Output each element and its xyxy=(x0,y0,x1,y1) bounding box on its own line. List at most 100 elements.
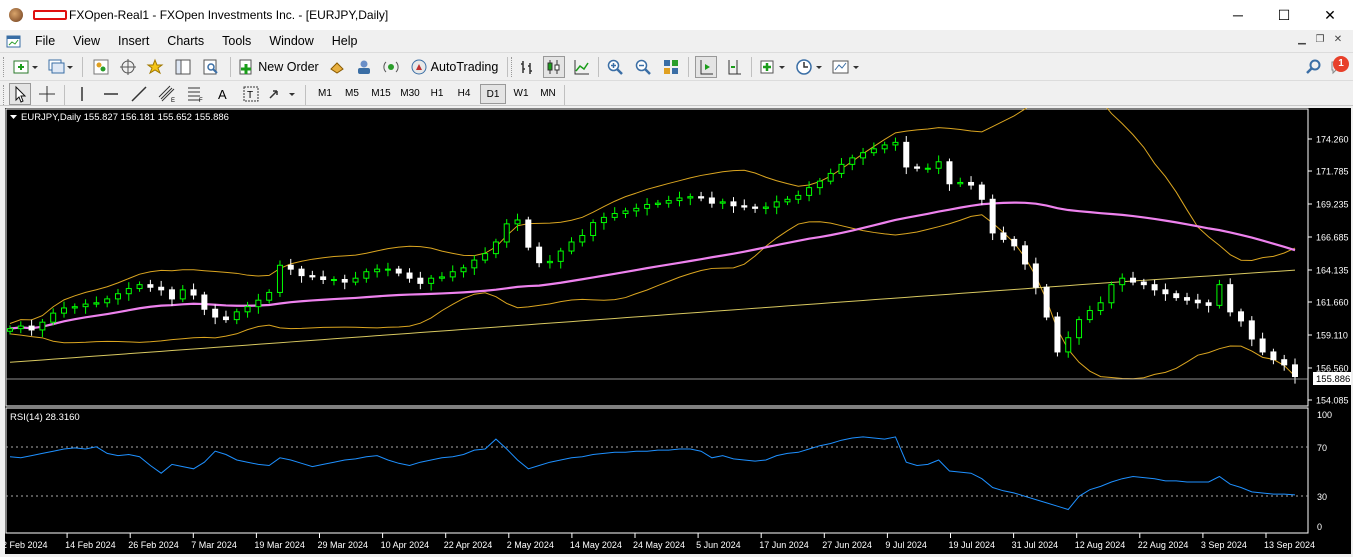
menu-window[interactable]: Window xyxy=(260,30,322,52)
candle xyxy=(147,279,154,292)
vertical-line-icon xyxy=(81,87,83,101)
candle xyxy=(622,207,629,219)
date-tick-label: 7 Mar 2024 xyxy=(191,540,237,550)
candle xyxy=(330,276,337,286)
data-window-button[interactable] xyxy=(117,56,139,78)
chart-menu-triangle-icon[interactable] xyxy=(10,115,17,119)
candle-body xyxy=(82,303,89,308)
strategy-tester-button[interactable] xyxy=(200,56,222,78)
timeframe-m15[interactable]: M15 xyxy=(367,84,395,104)
market-button[interactable] xyxy=(380,56,402,78)
candle-body xyxy=(1065,337,1072,353)
menu-tools[interactable]: Tools xyxy=(213,30,260,52)
candle xyxy=(1043,284,1050,321)
candle xyxy=(374,264,381,278)
autotrading-button[interactable]: AutoTrading xyxy=(408,56,500,78)
candlestick-icon xyxy=(547,60,560,74)
candle xyxy=(201,291,208,316)
mdi-close-button[interactable]: ✕ xyxy=(1331,33,1345,47)
candle xyxy=(881,141,888,154)
zoom-in-button[interactable] xyxy=(604,56,626,78)
fibonacci-button[interactable]: F xyxy=(184,83,206,105)
templates-button[interactable] xyxy=(830,56,862,78)
timeframe-h4[interactable]: H4 xyxy=(451,84,477,104)
candle xyxy=(1130,271,1137,286)
new-order-button[interactable]: New Order xyxy=(237,56,319,78)
candle-body xyxy=(1011,238,1018,247)
menu-insert[interactable]: Insert xyxy=(109,30,158,52)
candle xyxy=(1097,296,1104,316)
bar-chart-button[interactable] xyxy=(516,56,538,78)
candle xyxy=(590,219,597,242)
candle-body xyxy=(352,277,359,283)
candle-body xyxy=(28,325,35,331)
candle-body xyxy=(773,201,780,208)
menu-file[interactable]: File xyxy=(26,30,64,52)
text-label-button[interactable]: T xyxy=(240,83,262,105)
candle-body xyxy=(741,205,748,208)
new-chart-button[interactable] xyxy=(10,56,42,78)
maximize-button[interactable]: ☐ xyxy=(1261,0,1307,30)
timeframe-d1[interactable]: D1 xyxy=(480,84,506,104)
candle xyxy=(1259,332,1266,356)
candle-body xyxy=(1259,338,1266,353)
minimize-button[interactable]: ─ xyxy=(1215,0,1261,30)
candle xyxy=(158,280,165,296)
indicators-plus-icon xyxy=(760,60,785,74)
navigator-button[interactable] xyxy=(144,56,166,78)
candle-body xyxy=(1076,319,1083,339)
mdi-minimize-button[interactable]: ▁ xyxy=(1295,33,1309,47)
candle xyxy=(1076,316,1083,345)
arrows-button[interactable] xyxy=(266,83,298,105)
candle xyxy=(903,136,910,175)
timeframe-m1[interactable]: M1 xyxy=(312,84,338,104)
bollinger-bands xyxy=(9,78,1296,380)
bar-chart-icon xyxy=(521,61,532,74)
timeframe-m30[interactable]: M30 xyxy=(396,84,424,104)
search-button[interactable] xyxy=(1303,56,1325,78)
chart-window[interactable]: 174.260 171.785 169.235 166.685 164.135 161.6… xyxy=(2,78,1351,554)
metaeditor-button[interactable] xyxy=(326,56,348,78)
periods-button[interactable] xyxy=(793,56,825,78)
chart-shift-button[interactable] xyxy=(723,56,745,78)
auto-scroll-button[interactable] xyxy=(695,56,717,78)
candlestick-chart-button[interactable] xyxy=(543,56,565,78)
cursor-tool-button[interactable] xyxy=(9,83,31,105)
text-label-icon: T xyxy=(243,86,259,102)
zoom-out-button[interactable] xyxy=(632,56,654,78)
trendline-button[interactable] xyxy=(128,83,150,105)
price-chart[interactable]: 174.260 171.785 169.235 166.685 164.135 161.6… xyxy=(2,78,1351,554)
horizontal-line-button[interactable] xyxy=(100,83,122,105)
tile-windows-button[interactable] xyxy=(660,56,682,78)
timeframe-h1[interactable]: H1 xyxy=(424,84,450,104)
long-moving-average xyxy=(9,269,1296,363)
menu-charts[interactable]: Charts xyxy=(158,30,213,52)
text-tool-button[interactable]: A xyxy=(212,83,234,105)
line-chart-button[interactable] xyxy=(571,56,593,78)
timeframe-mn[interactable]: MN xyxy=(535,84,561,104)
svg-text:F: F xyxy=(199,98,203,103)
crosshair-tool-button[interactable] xyxy=(36,83,58,105)
candle xyxy=(665,195,672,208)
timeframe-m5[interactable]: M5 xyxy=(339,84,365,104)
candle-body xyxy=(1184,297,1191,301)
menu-help[interactable]: Help xyxy=(323,30,367,52)
mdi-restore-button[interactable]: ❐ xyxy=(1313,33,1327,47)
date-tick-label: 10 Apr 2024 xyxy=(381,540,430,550)
close-button[interactable]: ✕ xyxy=(1307,0,1353,30)
upper-band xyxy=(9,78,1296,324)
equidistant-channel-button[interactable]: E xyxy=(156,83,178,105)
indicators-button[interactable] xyxy=(758,56,788,78)
vertical-line-button[interactable] xyxy=(71,83,93,105)
candle xyxy=(1270,348,1277,365)
signals-button[interactable] xyxy=(353,56,375,78)
terminal-button[interactable] xyxy=(172,56,194,78)
candle-body xyxy=(384,268,391,271)
timeframe-w1[interactable]: W1 xyxy=(508,84,534,104)
market-watch-button[interactable] xyxy=(90,56,112,78)
menu-view[interactable]: View xyxy=(64,30,109,52)
candle-body xyxy=(1238,311,1245,322)
candle xyxy=(482,247,489,264)
candle xyxy=(417,271,424,290)
profiles-button[interactable] xyxy=(46,56,76,78)
